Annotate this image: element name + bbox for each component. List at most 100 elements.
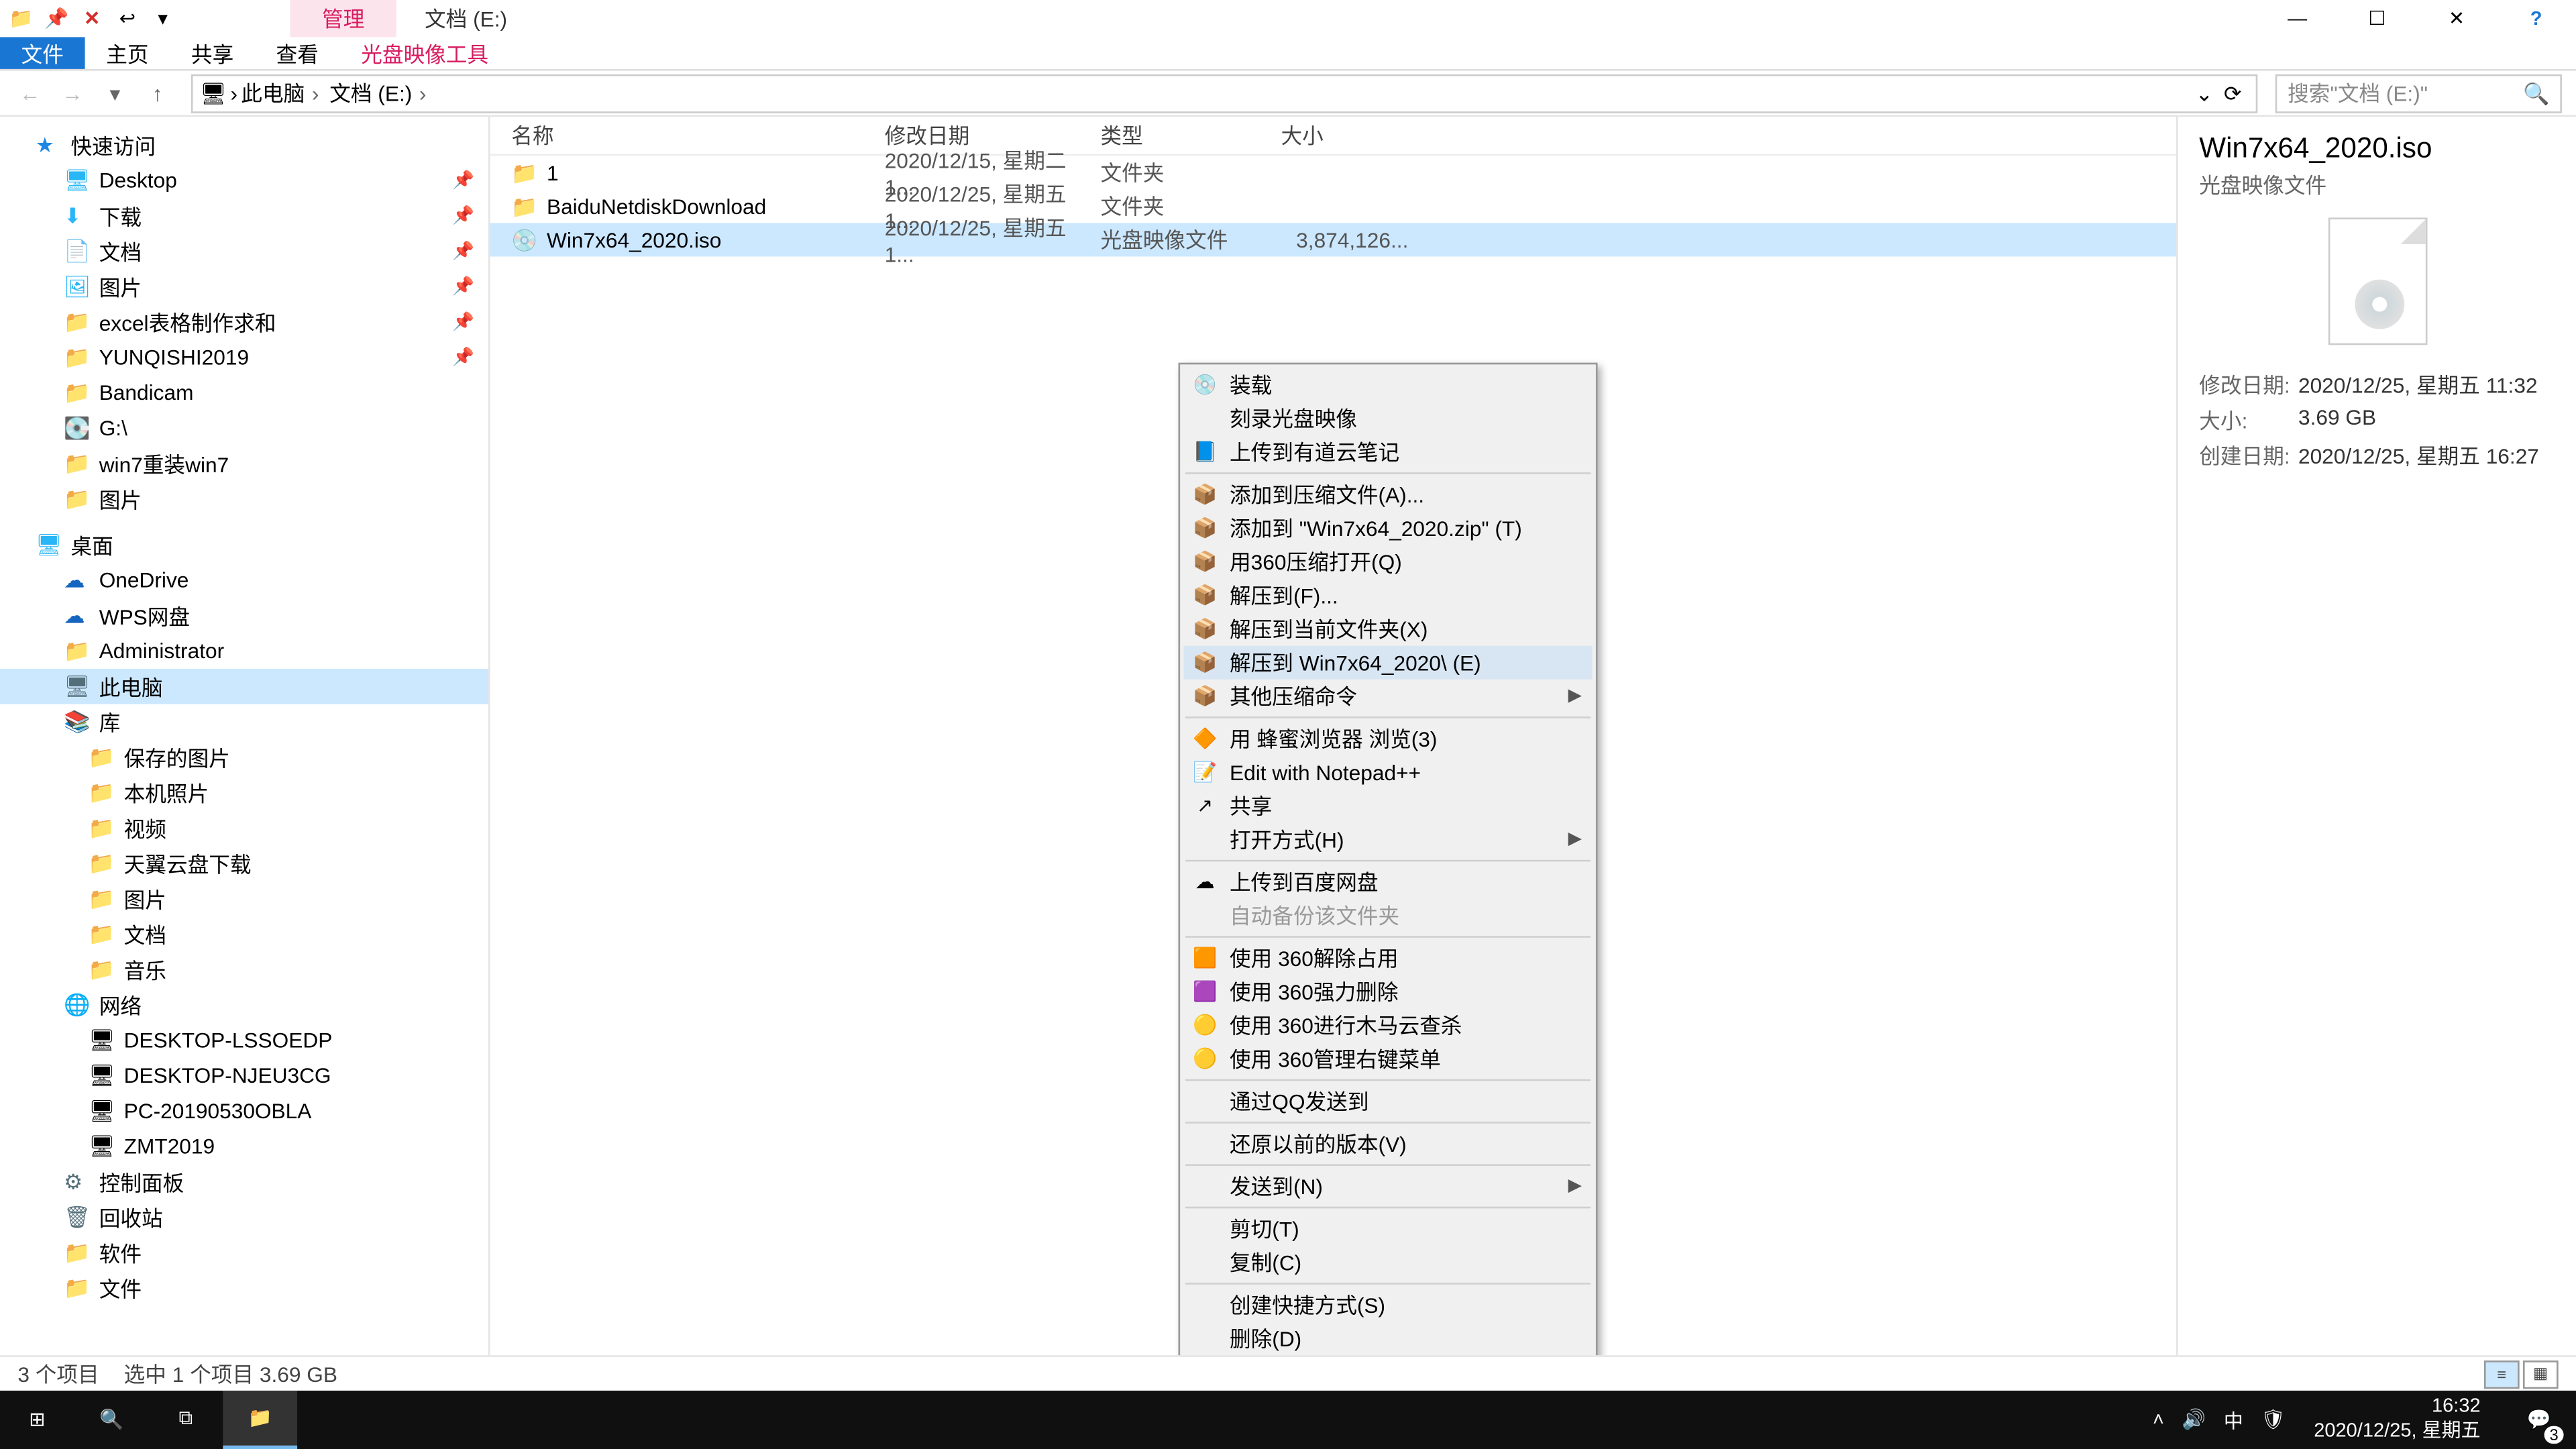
refresh-icon[interactable]: ⟳: [2224, 80, 2242, 105]
nav-item[interactable]: 📄文档📌: [0, 233, 488, 269]
maximize-button[interactable]: ☐: [2337, 0, 2417, 37]
search-button[interactable]: 🔍: [74, 1391, 149, 1449]
ribbon-tab-file[interactable]: 文件: [0, 37, 85, 68]
nav-item[interactable]: 📁保存的图片: [0, 739, 488, 775]
nav-item[interactable]: 🖥DESKTOP-NJEU3CG: [0, 1058, 488, 1093]
nav-item[interactable]: 📁软件: [0, 1235, 488, 1271]
nav-item[interactable]: 📁本机照片: [0, 775, 488, 810]
menu-item[interactable]: 🟡使用 360管理右键菜单: [1183, 1042, 1592, 1075]
nav-item[interactable]: 📁win7重装win7: [0, 446, 488, 482]
menu-item[interactable]: 复制(C): [1183, 1246, 1592, 1279]
ribbon-tab-share[interactable]: 共享: [170, 37, 255, 68]
nav-item[interactable]: 📁天翼云盘下载: [0, 846, 488, 881]
nav-item[interactable]: 📁文件: [0, 1271, 488, 1306]
ribbon-tab-view[interactable]: 查看: [255, 37, 340, 68]
breadcrumb[interactable]: 🖥 › 此电脑 文档 (E:) ⌄ ⟳: [191, 73, 2257, 112]
explorer-taskbar-button[interactable]: 📁: [223, 1391, 297, 1449]
menu-item[interactable]: 📦解压到 Win7x64_2020\ (E): [1183, 646, 1592, 680]
menu-item[interactable]: 📦用360压缩打开(Q): [1183, 545, 1592, 578]
menu-item[interactable]: ↗共享: [1183, 789, 1592, 822]
menu-item[interactable]: 📦添加到压缩文件(A)...: [1183, 478, 1592, 511]
start-button[interactable]: ⊞: [0, 1391, 74, 1449]
nav-item[interactable]: 🖥此电脑: [0, 669, 488, 704]
nav-item[interactable]: 📁Administrator: [0, 633, 488, 669]
menu-item[interactable]: 删除(D): [1183, 1322, 1592, 1355]
clock[interactable]: 16:32 2020/12/25, 星期五: [2303, 1397, 2491, 1444]
nav-item[interactable]: 🗑回收站: [0, 1199, 488, 1235]
nav-item[interactable]: 📁图片: [0, 881, 488, 916]
menu-item[interactable]: 发送到(N)▶: [1183, 1169, 1592, 1203]
view-icons-button[interactable]: ▦: [2523, 1360, 2559, 1388]
nav-back-button[interactable]: ←: [14, 80, 46, 105]
qat-pin-icon[interactable]: 📌: [42, 5, 70, 33]
chevron-down-icon[interactable]: ⌄: [2196, 80, 2214, 105]
view-details-button[interactable]: ≡: [2484, 1360, 2520, 1388]
qat-dropdown-icon[interactable]: ▾: [149, 5, 177, 33]
menu-item[interactable]: 剪切(T): [1183, 1212, 1592, 1246]
ribbon-tab-home[interactable]: 主页: [85, 37, 170, 68]
menu-item[interactable]: 📦其他压缩命令▶: [1183, 680, 1592, 713]
menu-item[interactable]: 📦解压到当前文件夹(X): [1183, 612, 1592, 646]
nav-history-dropdown[interactable]: ▾: [99, 80, 131, 105]
nav-forward-button[interactable]: →: [56, 80, 88, 105]
crumb-pc[interactable]: 此电脑: [241, 78, 326, 108]
nav-item[interactable]: ★快速访问: [0, 127, 488, 163]
menu-item[interactable]: 🔶用 蜂蜜浏览器 浏览(3): [1183, 722, 1592, 755]
nav-item[interactable]: ⚙控制面板: [0, 1164, 488, 1199]
nav-item[interactable]: 🖥ZMT2019: [0, 1129, 488, 1165]
help-icon[interactable]: ?: [2496, 0, 2576, 37]
col-size[interactable]: 大小: [1281, 120, 1422, 150]
menu-item[interactable]: ☁上传到百度网盘: [1183, 865, 1592, 899]
nav-item[interactable]: 📁YUNQISHI2019📌: [0, 339, 488, 375]
menu-item[interactable]: 📦添加到 "Win7x64_2020.zip" (T): [1183, 511, 1592, 545]
nav-item[interactable]: 🖼图片📌: [0, 269, 488, 305]
tray-overflow-icon[interactable]: ˄: [2153, 1409, 2164, 1431]
close-button[interactable]: ✕: [2417, 0, 2497, 37]
nav-item[interactable]: 🌐网络: [0, 987, 488, 1023]
col-name[interactable]: 名称: [490, 120, 885, 150]
nav-item[interactable]: 🖥桌面: [0, 527, 488, 563]
nav-item[interactable]: 📁视频: [0, 810, 488, 846]
security-icon[interactable]: 🛡: [2261, 1408, 2286, 1431]
nav-item[interactable]: ☁OneDrive: [0, 563, 488, 598]
col-type[interactable]: 类型: [1100, 120, 1281, 150]
search-input[interactable]: 搜索"文档 (E:)" 🔍: [2275, 73, 2562, 112]
menu-item[interactable]: 创建快捷方式(S): [1183, 1288, 1592, 1322]
taskview-button[interactable]: ⧉: [149, 1391, 223, 1449]
menu-item[interactable]: 刻录光盘映像: [1183, 402, 1592, 435]
qat-undo-icon[interactable]: ↩: [113, 5, 142, 33]
ribbon-tab-disctools[interactable]: 光盘映像工具: [340, 37, 510, 68]
menu-item[interactable]: 通过QQ发送到: [1183, 1085, 1592, 1118]
menu-item[interactable]: 💿装载: [1183, 368, 1592, 402]
nav-item[interactable]: ☁WPS网盘: [0, 598, 488, 633]
nav-item[interactable]: 📁excel表格制作求和📌: [0, 305, 488, 340]
crumb-drive[interactable]: 文档 (E:): [329, 78, 433, 108]
menu-item[interactable]: 🟧使用 360解除占用: [1183, 941, 1592, 975]
ime-indicator[interactable]: 中: [2224, 1405, 2243, 1434]
volume-icon[interactable]: 🔊: [2182, 1408, 2206, 1431]
menu-item[interactable]: 还原以前的版本(V): [1183, 1127, 1592, 1161]
nav-item[interactable]: 📁音乐: [0, 952, 488, 987]
file-row[interactable]: 💿Win7x64_2020.iso2020/12/25, 星期五 1...光盘映…: [490, 223, 2176, 256]
qat-delete-icon[interactable]: ✕: [78, 5, 106, 33]
file-row[interactable]: 📁BaiduNetdiskDownload2020/12/25, 星期五 1..…: [490, 189, 2176, 223]
menu-item[interactable]: 🟪使用 360强力删除: [1183, 975, 1592, 1008]
menu-item[interactable]: 打开方式(H)▶: [1183, 822, 1592, 856]
nav-item[interactable]: ⬇下载📌: [0, 198, 488, 233]
contextual-tab-manage[interactable]: 管理: [290, 0, 396, 37]
menu-item[interactable]: 📘上传到有道云笔记: [1183, 435, 1592, 469]
nav-item[interactable]: 💽G:\: [0, 411, 488, 446]
menu-item[interactable]: 📝Edit with Notepad++: [1183, 755, 1592, 789]
nav-up-button[interactable]: ↑: [142, 80, 173, 105]
nav-item[interactable]: 📚库: [0, 704, 488, 740]
menu-item[interactable]: 🟡使用 360进行木马云查杀: [1183, 1008, 1592, 1042]
file-row[interactable]: 📁12020/12/15, 星期二 1...文件夹: [490, 156, 2176, 189]
nav-item[interactable]: 📁Bandicam: [0, 375, 488, 411]
nav-item[interactable]: 📁文档: [0, 916, 488, 952]
nav-item[interactable]: 🖥PC-20190530OBLA: [0, 1093, 488, 1129]
notifications-button[interactable]: 💬3: [2509, 1391, 2569, 1449]
menu-item[interactable]: 📦解压到(F)...: [1183, 578, 1592, 612]
nav-item[interactable]: 🖥DESKTOP-LSSOEDP: [0, 1022, 488, 1058]
minimize-button[interactable]: —: [2257, 0, 2337, 37]
nav-item[interactable]: 📁图片: [0, 481, 488, 517]
